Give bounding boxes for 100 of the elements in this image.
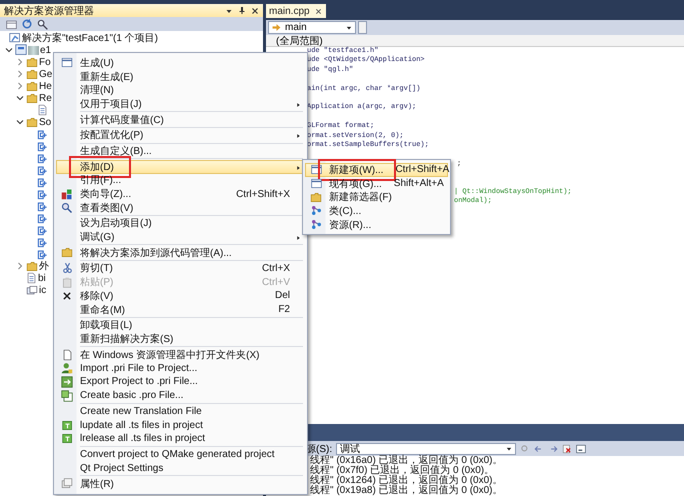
cpp-file-icon — [37, 140, 48, 152]
menu-item[interactable]: lupdate all .ts files in project — [56, 418, 305, 432]
search-icon — [37, 18, 48, 30]
menu-item[interactable]: 仅用于项目(J) — [56, 97, 305, 111]
menu-item[interactable]: 移除(V) Del — [56, 289, 305, 303]
export-icon — [61, 376, 73, 388]
menu-item[interactable]: Create basic .pro File... — [56, 388, 305, 402]
document-icon — [26, 272, 37, 284]
close-icon — [314, 8, 322, 14]
cpp-file-icon — [37, 188, 48, 200]
document-icon — [37, 104, 48, 116]
cpp-file-icon — [37, 128, 48, 140]
cpp-file-icon — [37, 152, 48, 164]
shortcut-text: Ctrl+Shift+X — [235, 188, 291, 200]
class-icon — [310, 205, 322, 216]
translation-icon — [62, 433, 72, 444]
tree-item-label[interactable]: Fo — [39, 56, 51, 68]
tree-item-label[interactable]: Re — [39, 92, 52, 104]
menu-item[interactable]: lrelease all .ts files in project — [56, 432, 305, 446]
document-icon — [62, 348, 72, 361]
cpp-file-icon — [37, 248, 48, 260]
panel-title: 解决方案资源管理器 — [4, 4, 95, 18]
scissors-icon — [62, 262, 72, 274]
menu-item[interactable]: 调试(G) — [56, 230, 305, 244]
scope-list-item[interactable]: (全局范围) — [276, 34, 323, 48]
output-line: 线程" (0x7f0) 已退出，返回值为 0 (0x0)。 — [310, 465, 494, 476]
menu-item[interactable]: 重新扫描解决方案(S) — [56, 332, 305, 346]
editor-tab[interactable]: main.cpp — [266, 4, 326, 18]
dropdown-arrow-icon — [506, 446, 512, 452]
translation-icon — [62, 420, 72, 431]
folder-icon — [26, 260, 38, 272]
menu-item[interactable]: 重命名(M) F2 — [56, 302, 305, 316]
shortcut-text: Ctrl+X — [260, 262, 291, 274]
menu-item[interactable]: 引用(F)... — [56, 174, 305, 188]
menu-item[interactable]: 清理(N) — [56, 83, 305, 98]
shortcut-text: Ctrl+V — [260, 276, 291, 288]
tree-item-label[interactable]: 外 — [39, 259, 49, 273]
menu-item[interactable]: 在 Windows 资源管理器中打开文件夹(X) — [56, 348, 305, 362]
menu-item[interactable]: Convert project to QMake generated project — [56, 448, 305, 462]
import-icon — [61, 362, 73, 374]
close-icon — [62, 290, 72, 301]
menu-item[interactable]: 设为启动项目(J) — [56, 216, 305, 230]
menu-item[interactable]: Create new Translation File — [56, 404, 305, 418]
project-icon — [15, 44, 27, 56]
pin-icon — [238, 6, 246, 15]
close-icon — [251, 6, 259, 14]
tree-item-label[interactable]: So — [39, 116, 52, 128]
menu-item[interactable]: 现有项(G)... Shift+Alt+A — [305, 176, 448, 190]
tree-item-label[interactable]: ic — [39, 284, 46, 296]
folder-icon — [26, 56, 38, 68]
class-icon — [310, 219, 322, 230]
menu-item[interactable]: 生成(U) — [56, 56, 305, 70]
tree-item-label[interactable]: He — [39, 80, 52, 92]
cpp-file-icon — [37, 212, 48, 224]
menu-item[interactable]: Qt Project Settings — [56, 461, 305, 475]
menu-item[interactable]: Import .pri File to Project... — [56, 361, 305, 376]
output-source-dropdown[interactable]: 调试 — [336, 442, 516, 454]
cpp-file-icon — [37, 176, 48, 188]
menu-item[interactable]: 计算代码度量值(C) — [56, 112, 305, 126]
cpp-file-icon — [37, 200, 48, 212]
menu-item[interactable]: 卸载项目(L) — [56, 318, 305, 332]
shortcut-text: Ctrl+Shift+A — [394, 164, 450, 176]
folder-icon — [26, 116, 38, 128]
tree-item-label[interactable]: 解决方案"testFace1"(1 个项目) — [22, 31, 158, 45]
menu-item[interactable]: 剪切(T) Ctrl+X — [56, 262, 305, 276]
menu-item[interactable]: 生成自定义(B)... — [56, 144, 305, 158]
folder-icon — [26, 68, 38, 80]
menu-item[interactable]: 类(C)... — [305, 204, 448, 218]
menu-item[interactable]: 新建筛选器(F) — [305, 190, 448, 204]
tree-item-label[interactable]: e1 — [40, 44, 52, 56]
menu-item[interactable]: 属性(R) — [56, 476, 305, 491]
menu-item[interactable]: 将解决方案添加到源代码管理(A)... — [56, 246, 305, 260]
tree-item-label[interactable]: Ge — [39, 68, 52, 80]
folder-icon — [26, 92, 38, 104]
dropdown-arrow-icon — [346, 24, 352, 30]
cpp-file-icon — [37, 224, 48, 236]
output-line: 线程" (0x19a8) 已退出，返回值为 0 (0x0)。 — [310, 485, 502, 496]
menu-item[interactable]: 类向导(Z)... Ctrl+Shift+X — [56, 187, 305, 201]
cpp-file-icon — [37, 164, 48, 176]
spin-button[interactable] — [358, 21, 367, 34]
clear-all-icon — [562, 444, 572, 454]
shortcut-text: Del — [274, 290, 291, 302]
output-line: 线程" (0x16a0) 已退出，返回值为 0 (0x0)。 — [310, 455, 502, 466]
redacted-block — [28, 46, 39, 54]
output-line: 线程" (0x1264) 已退出，返回值为 0 (0x0)。 — [310, 475, 502, 486]
cpp-file-icon — [37, 236, 48, 248]
menu-item[interactable]: 按配置优化(P) — [56, 128, 305, 142]
folder-icon — [61, 247, 73, 258]
menu-item[interactable]: Export Project to .pri File... — [56, 375, 305, 389]
new-file-icon — [61, 390, 73, 402]
menu-item[interactable]: 重新生成(E) — [56, 70, 305, 84]
menu-item[interactable]: 查看类图(V) — [56, 200, 305, 215]
menu-item[interactable]: 资源(R)... — [305, 218, 448, 232]
refresh-icon — [21, 18, 33, 30]
shortcut-text: F2 — [277, 304, 291, 316]
method-icon — [272, 23, 281, 32]
folder-icon — [26, 80, 38, 92]
function-dropdown[interactable]: main — [268, 21, 356, 34]
tree-item-label[interactable]: bi — [38, 272, 46, 284]
folder-icon — [310, 192, 322, 203]
